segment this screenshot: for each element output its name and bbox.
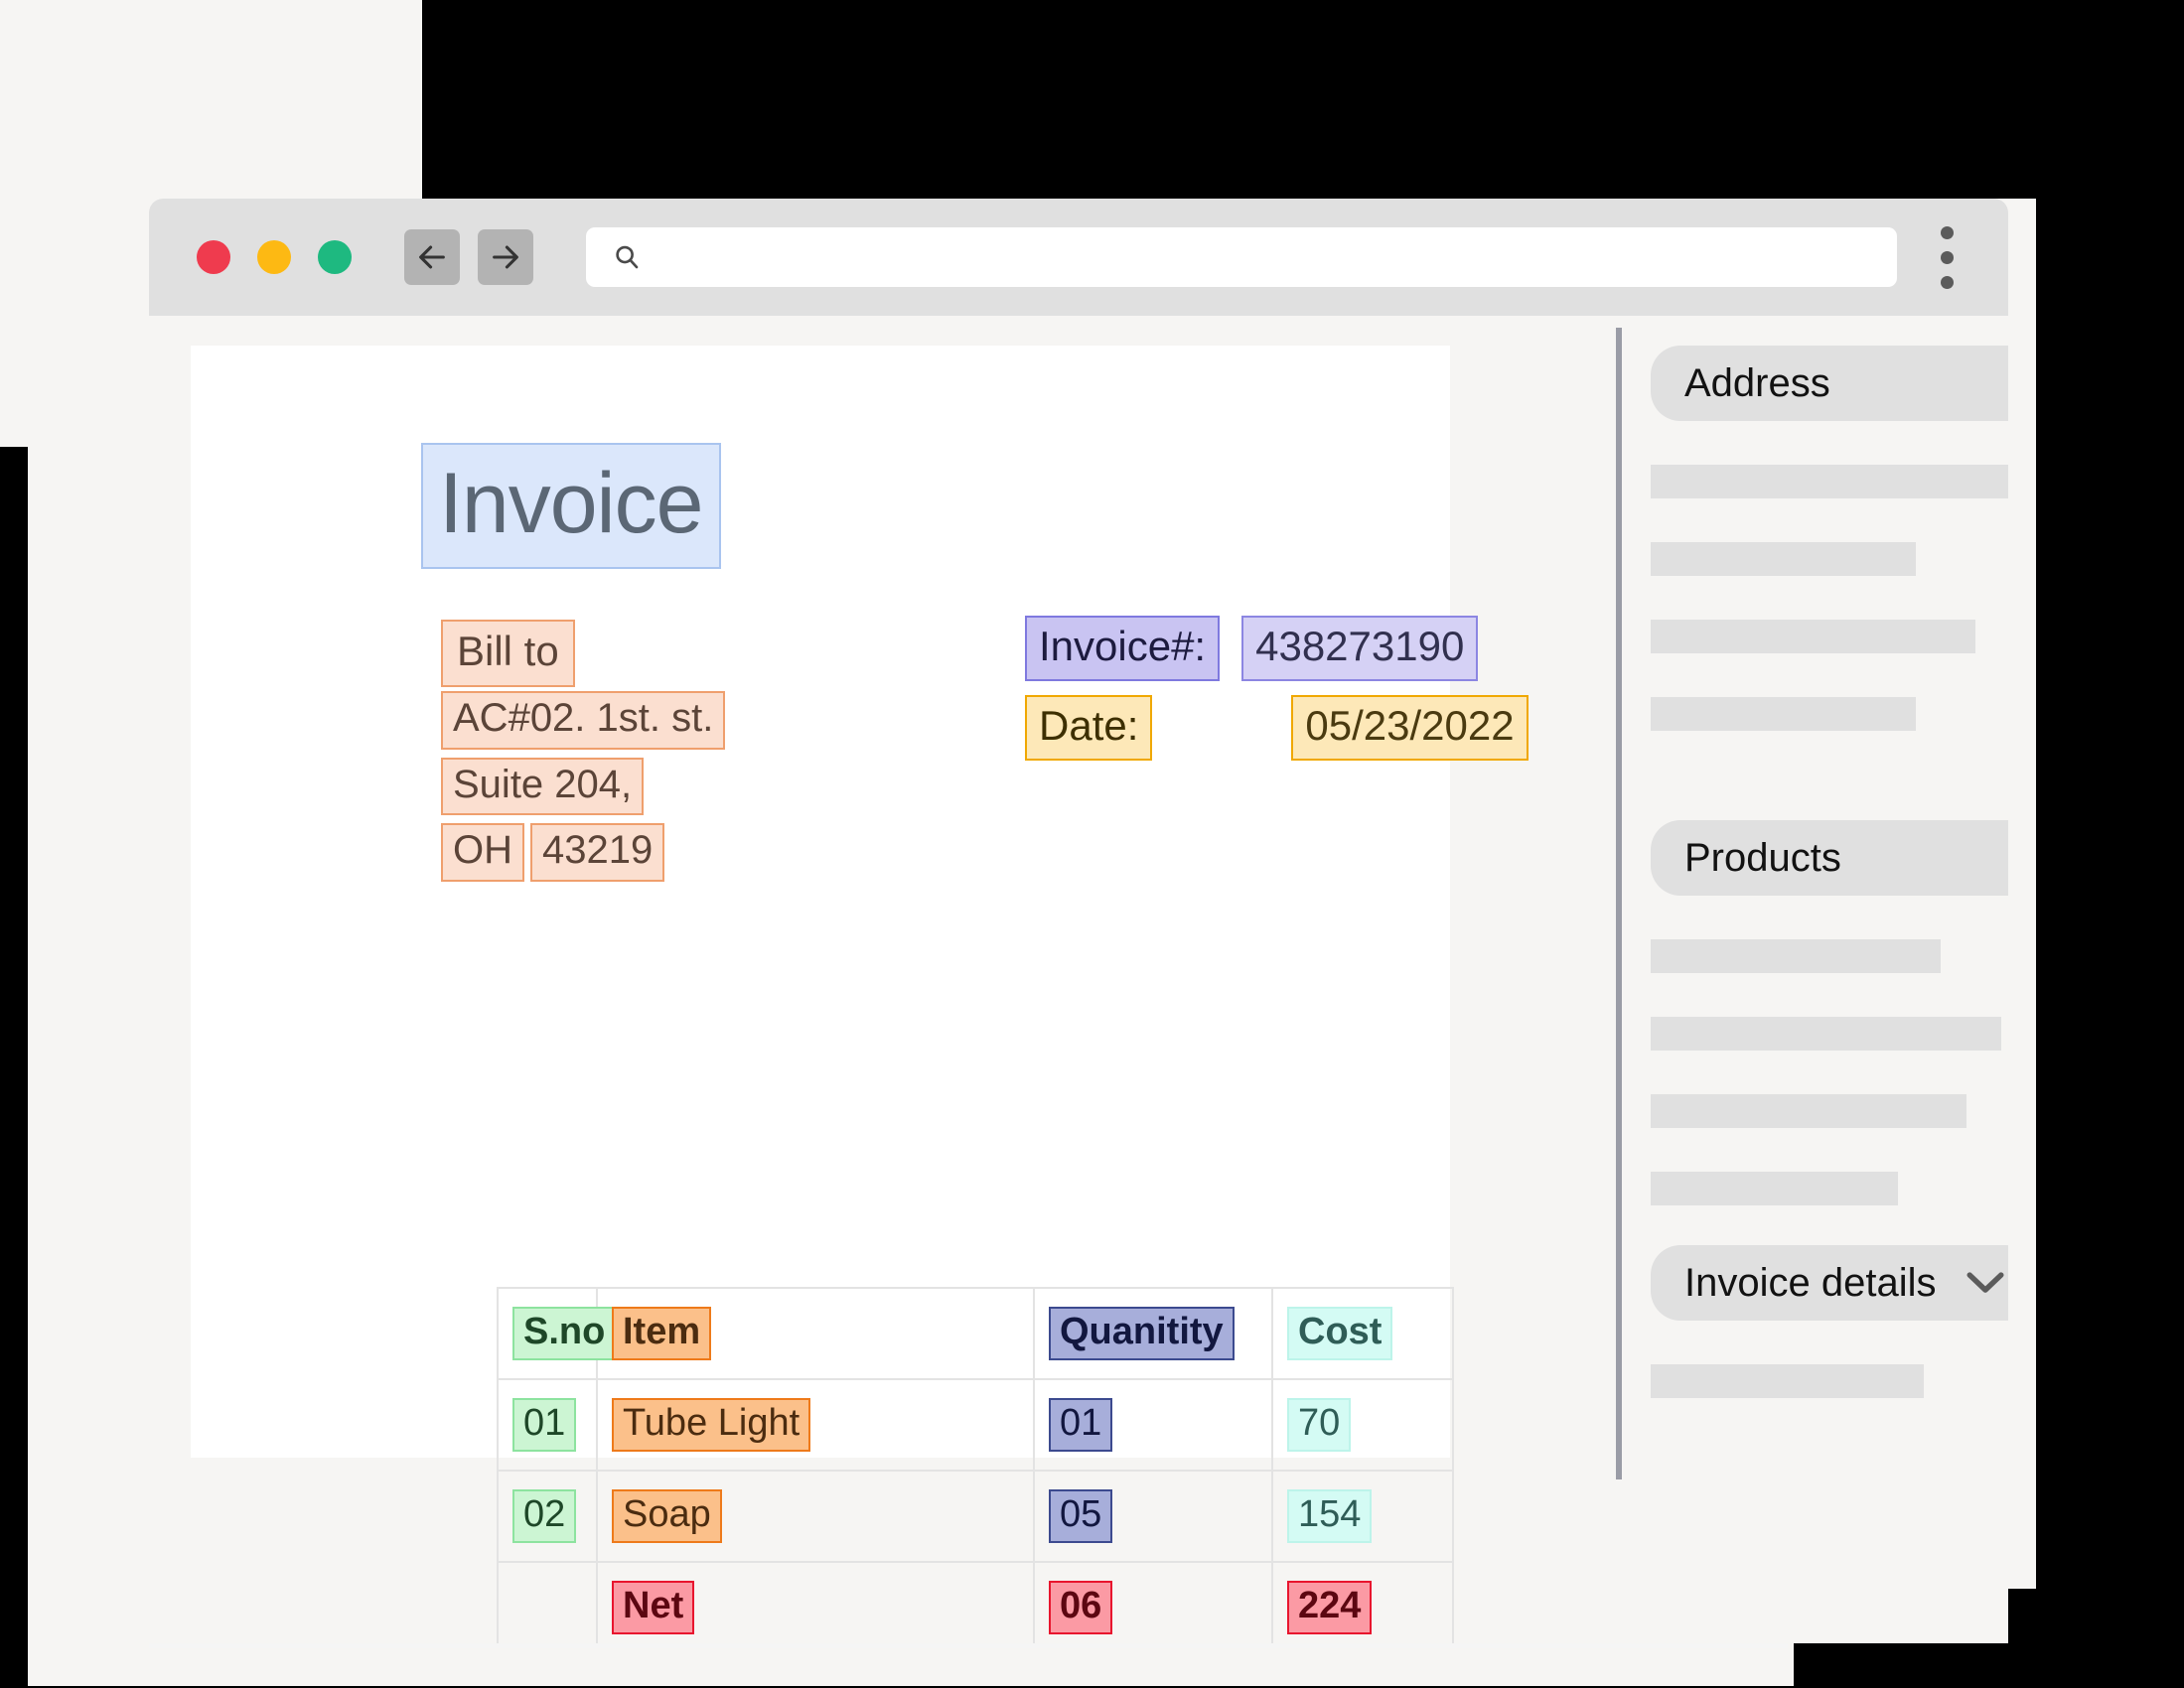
skeleton-line [1651, 1172, 1899, 1205]
address-line-2-text: Suite 204, [441, 757, 645, 816]
accordion-header-invoice-details[interactable]: Invoice details [1651, 1245, 2008, 1321]
header-cost: Cost [1287, 1306, 1393, 1361]
kebab-dot [1941, 275, 1954, 289]
close-window-button[interactable] [197, 240, 230, 274]
cell-item: Tube Light [596, 1378, 1035, 1472]
accordion-header-address[interactable]: Address [1651, 346, 2008, 421]
row-2-quantity: 05 [1049, 1488, 1113, 1544]
navigation-buttons [404, 229, 533, 285]
cell-item: Soap [596, 1470, 1035, 1563]
skeleton-line [1651, 1364, 1925, 1398]
invoice-number-row: Invoice#: 438273190 [1025, 616, 1529, 681]
cell-quantity: 05 [1033, 1470, 1273, 1563]
address-line-1: AC#02. 1st. st. [441, 691, 726, 750]
line-items-table: S.no Item Quanitity Cost 01 Tube Light 0… [497, 1287, 1454, 1643]
table-header-cell-item: Item [596, 1287, 1035, 1380]
kebab-dot [1941, 250, 1954, 264]
skeleton-line [1651, 939, 1942, 973]
row-1-quantity: 01 [1049, 1397, 1113, 1453]
accordion-label-products: Products [1684, 835, 1841, 880]
invoice-number-label: Invoice#: [1025, 616, 1221, 681]
header-item: Item [612, 1306, 712, 1361]
accordion-header-products[interactable]: Products [1651, 820, 2008, 896]
cell-sno: 01 [497, 1378, 598, 1472]
skeleton-line [1651, 465, 2008, 498]
table-total-row: Net 06 224 [497, 1561, 1454, 1643]
browser-window: Invoice Bill to AC#02. 1st. st. Suite 20… [149, 199, 2008, 1643]
search-icon [616, 245, 639, 269]
forward-arrow-icon [493, 245, 518, 269]
row-1-item: Tube Light [612, 1397, 811, 1453]
invoice-document-page: Invoice Bill to AC#02. 1st. st. Suite 20… [191, 346, 1529, 1643]
net-quantity: 06 [1049, 1580, 1113, 1635]
sidebar-section-products: Products [1651, 820, 2008, 1205]
invoice-date-row: Date: 05/23/2022 [1025, 695, 1529, 761]
accordion-label-invoice-details: Invoice details [1684, 1260, 1937, 1305]
skeleton-line [1651, 620, 1975, 653]
address-line-2: Suite 204, [441, 757, 725, 816]
cell-cost: 70 [1271, 1378, 1454, 1472]
row-2-item: Soap [612, 1488, 722, 1544]
page-title: Invoice [421, 443, 721, 569]
cell-quantity: 01 [1033, 1378, 1273, 1472]
net-cost: 224 [1287, 1580, 1373, 1635]
skeleton-line [1651, 542, 1916, 576]
forward-button[interactable] [478, 229, 533, 285]
invoice-number-value: 438273190 [1241, 616, 1479, 681]
cell-net-label: Net [596, 1561, 1035, 1643]
panel-divider [1616, 328, 1622, 1479]
address-line-3: OH 43219 [441, 823, 725, 882]
back-button[interactable] [404, 229, 460, 285]
chevron-down-icon [1966, 1272, 2004, 1293]
sidebar-section-address: Address [1651, 346, 2008, 731]
maximize-window-button[interactable] [318, 240, 352, 274]
address-zip-text: 43219 [530, 823, 665, 882]
table-header-cell-cost: Cost [1271, 1287, 1454, 1380]
kebab-menu-icon[interactable] [1941, 225, 1954, 289]
cell-net-cost: 224 [1271, 1561, 1454, 1643]
header-sno: S.no [512, 1306, 617, 1361]
address-bar[interactable] [586, 227, 1897, 287]
cell-net-quantity: 06 [1033, 1561, 1273, 1643]
billing-address: AC#02. 1st. st. Suite 204, OH 43219 [441, 691, 726, 890]
cell-sno-empty [497, 1561, 598, 1643]
kebab-dot [1941, 225, 1954, 239]
skeleton-line [1651, 1094, 1967, 1128]
row-1-cost: 70 [1287, 1397, 1352, 1453]
invoice-meta: Invoice#: 438273190 Date: 05/23/2022 [1025, 616, 1529, 774]
row-2-sno: 02 [512, 1488, 577, 1544]
minimize-window-button[interactable] [257, 240, 291, 274]
table-header-row: S.no Item Quanitity Cost [497, 1287, 1454, 1380]
invoice-date-value: 05/23/2022 [1291, 695, 1529, 761]
row-1-sno: 01 [512, 1397, 577, 1453]
address-state-text: OH [441, 823, 524, 882]
extraction-sidebar: Address Products Invoice details [1651, 346, 2008, 1398]
invoice-date-label: Date: [1025, 695, 1153, 761]
skeleton-line [1651, 697, 1916, 731]
skeleton-line [1651, 1017, 2001, 1051]
back-arrow-icon [419, 245, 445, 269]
browser-titlebar [149, 199, 2008, 316]
net-label: Net [612, 1580, 695, 1635]
address-line-1-text: AC#02. 1st. st. [441, 691, 726, 750]
browser-content: Invoice Bill to AC#02. 1st. st. Suite 20… [149, 316, 2008, 1643]
cell-cost: 154 [1271, 1470, 1454, 1563]
window-controls [197, 240, 352, 274]
table-row: 02 Soap 05 154 [497, 1470, 1454, 1563]
bill-to-label: Bill to [441, 620, 575, 687]
cell-sno: 02 [497, 1470, 598, 1563]
table-header-cell-quantity: Quanitity [1033, 1287, 1273, 1380]
sidebar-section-invoice-details: Invoice details [1651, 1245, 2008, 1398]
header-quantity: Quanitity [1049, 1306, 1235, 1361]
row-2-cost: 154 [1287, 1488, 1373, 1544]
table-row: 01 Tube Light 01 70 [497, 1378, 1454, 1472]
table-header-cell-sno: S.no [497, 1287, 617, 1380]
accordion-label-address: Address [1684, 360, 1830, 405]
